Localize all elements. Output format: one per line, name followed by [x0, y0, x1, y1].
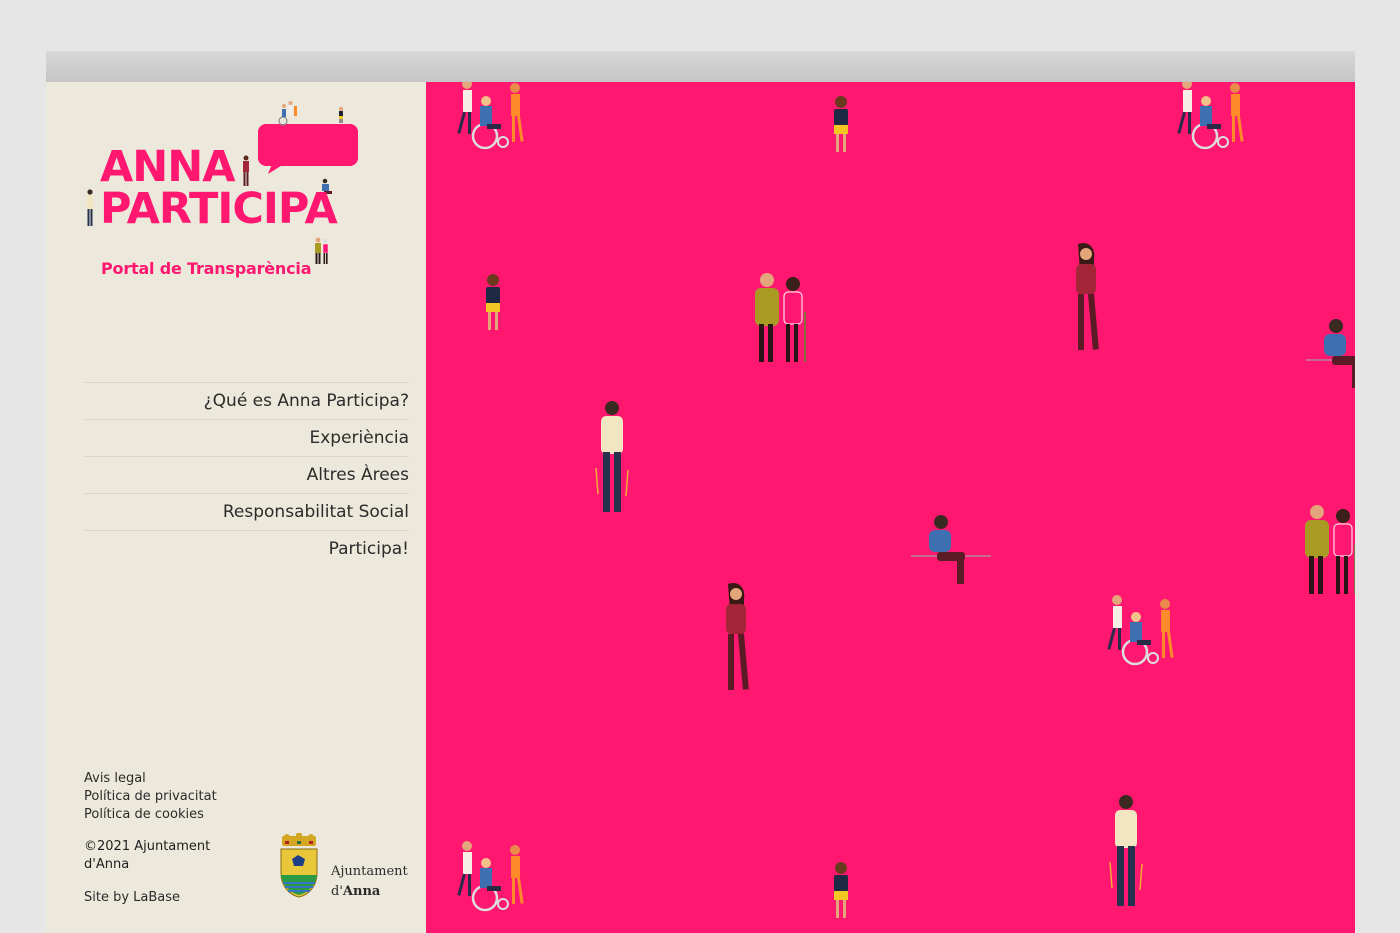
- legal-notice-link[interactable]: Avis legal: [84, 770, 217, 788]
- municipality-line2-prefix: d': [331, 884, 343, 899]
- mini-elderly-icon: [315, 237, 329, 264]
- mini-man-icon: [87, 189, 93, 226]
- child-icon: [826, 860, 856, 926]
- legal-links: Avis legal Política de privacitat Políti…: [84, 770, 217, 824]
- site-title-line2: PARTICIPA: [100, 184, 338, 234]
- man-sitting-icon: [911, 514, 991, 596]
- site-title-line1: ANNA: [100, 142, 236, 192]
- man-standing-icon: [1106, 792, 1146, 916]
- site-by-link[interactable]: Site by LaBase: [84, 890, 180, 905]
- cookies-policy-link[interactable]: Política de cookies: [84, 806, 217, 824]
- privacy-policy-link[interactable]: Política de privacitat: [84, 788, 217, 806]
- sidebar: ANNA PARTICIPA Portal de Transparència ¿…: [46, 82, 426, 933]
- wheelchair-group-icon: [1101, 592, 1191, 676]
- wheelchair-group-icon: [451, 838, 541, 922]
- nav-item-responsabilitat-social[interactable]: Responsabilitat Social: [84, 493, 409, 530]
- hero-pattern-area: [426, 82, 1355, 933]
- wheelchair-group-icon: [451, 82, 541, 160]
- nav-item-que-es[interactable]: ¿Qué es Anna Participa?: [84, 382, 409, 419]
- municipality-name: Ajuntament d'Anna: [331, 862, 408, 902]
- man-sitting-icon: [1306, 318, 1355, 400]
- coat-of-arms-icon: [280, 833, 318, 898]
- child-icon: [478, 272, 508, 338]
- nav-item-participa[interactable]: Participa!: [84, 530, 409, 567]
- nav-item-experiencia[interactable]: Experiència: [84, 419, 409, 456]
- woman-standing-icon: [1066, 242, 1106, 360]
- site-logo[interactable]: ANNA PARTICIPA Portal de Transparència: [84, 96, 374, 278]
- site-title: ANNA PARTICIPA: [100, 142, 338, 234]
- municipality-line2-name: Anna: [342, 884, 381, 899]
- mini-wheelchair-icon: [278, 101, 297, 126]
- main-nav: ¿Qué es Anna Participa? Experiència Altr…: [84, 382, 409, 567]
- man-standing-icon: [592, 398, 632, 522]
- mini-child-icon: [338, 106, 344, 123]
- child-icon: [826, 94, 856, 160]
- municipality-line1: Ajuntament: [331, 864, 408, 879]
- copyright-text: ©2021 Ajuntament d'Anna: [84, 839, 211, 872]
- nav-item-altres-arees[interactable]: Altres Àrees: [84, 456, 409, 493]
- municipality-line2: d'Anna: [331, 882, 408, 902]
- wheelchair-group-icon: [1171, 82, 1261, 160]
- browser-window: ANNA PARTICIPA Portal de Transparència ¿…: [46, 51, 1355, 933]
- woman-standing-icon: [716, 582, 756, 700]
- browser-toolbar: [46, 51, 1355, 82]
- elderly-couple-icon: [1301, 504, 1355, 600]
- elderly-couple-icon: [751, 272, 813, 368]
- site-subtitle: Portal de Transparència: [101, 259, 312, 278]
